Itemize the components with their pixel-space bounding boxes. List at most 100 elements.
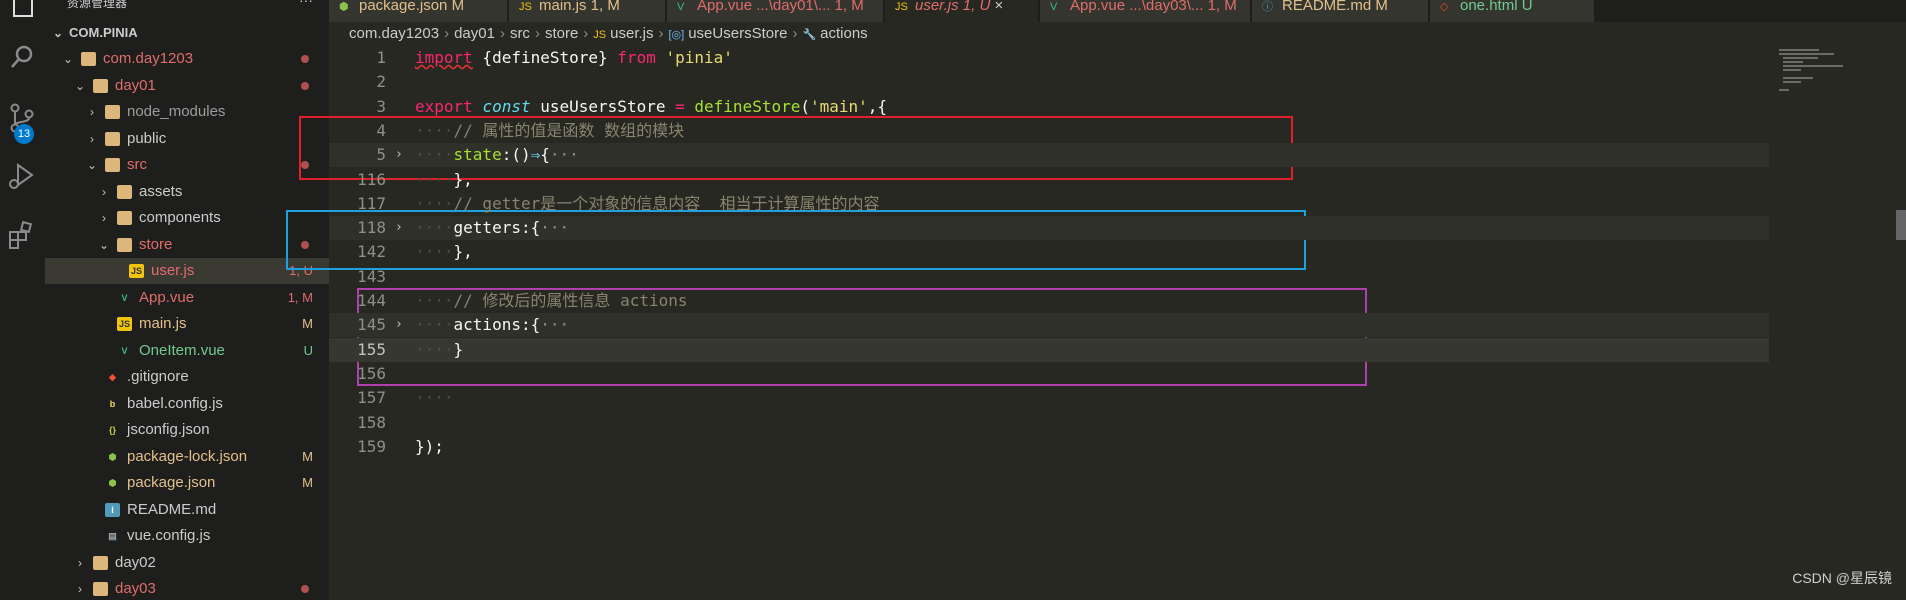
tree-item[interactable]: JS main.js M xyxy=(45,311,329,337)
tree-item[interactable]: b babel.config.js xyxy=(45,391,329,417)
tree-item[interactable]: › assets xyxy=(45,179,329,205)
breadcrumb-item[interactable]: src xyxy=(510,25,530,42)
tree-item-label: day03 xyxy=(115,580,156,597)
code-line[interactable]: 144 ····// 修改后的属性信息 actions xyxy=(329,289,1769,313)
tab-label: README.md M xyxy=(1282,0,1388,14)
code-line[interactable]: 145 › ····actions:{··· xyxy=(329,313,1769,338)
chevron-right-icon: › xyxy=(444,25,450,42)
breadcrumb-item[interactable]: user.js xyxy=(610,25,653,42)
line-number: 116 xyxy=(357,169,386,189)
chevron-right-icon: › xyxy=(78,582,82,596)
line-number: 1 xyxy=(376,48,386,67)
code-line[interactable]: 3 export const useUsersStore = defineStor… xyxy=(329,95,1769,119)
line-number: 5 xyxy=(376,145,386,165)
tree-item[interactable]: ⌄ com.day1203 xyxy=(45,46,329,72)
tab-label: package.json M xyxy=(359,0,465,14)
chevron-down-icon: ⌄ xyxy=(98,237,110,252)
workspace-root[interactable]: ⌄ COM.PINIA xyxy=(45,20,329,46)
code-text: ····getters:{··· xyxy=(415,218,570,238)
fold-chevron-icon[interactable]: › xyxy=(395,143,403,167)
more-actions-icon[interactable]: ··· xyxy=(299,0,313,8)
code-line[interactable]: 142 ····}, xyxy=(329,240,1769,264)
code-line[interactable]: 1 import {defineStore} from 'pinia' xyxy=(329,46,1769,70)
code-line[interactable]: 157 ···· xyxy=(329,386,1769,410)
code-text: ···· xyxy=(415,388,454,408)
editor-tab[interactable]: V App.vue ...\day01\... 1, M xyxy=(667,0,883,22)
extensions-icon[interactable] xyxy=(4,218,40,254)
line-number: 118 xyxy=(357,218,386,238)
tree-item[interactable]: i README.md xyxy=(45,497,329,523)
tree-item-label: OneItem.vue xyxy=(139,341,225,359)
tab-label: App.vue ...\day01\... 1, M xyxy=(697,0,864,14)
scrollbar-thumb[interactable] xyxy=(1896,210,1906,240)
code-text: ····}, xyxy=(415,242,473,262)
breadcrumb-item[interactable]: useUsersStore xyxy=(688,25,787,42)
babel-file-icon: b xyxy=(109,398,116,409)
code-line[interactable]: 156 xyxy=(329,362,1769,386)
scm-badge: 13 xyxy=(14,124,34,144)
config-file-icon: ▤ xyxy=(108,531,117,541)
tree-item[interactable]: V OneItem.vue U xyxy=(45,338,329,364)
tree-item[interactable]: › node_modules xyxy=(45,99,329,125)
vue-file-icon: V xyxy=(121,345,128,356)
tree-item[interactable]: {} jsconfig.json xyxy=(45,417,329,443)
editor-tab[interactable]: ◇ one.html U xyxy=(1430,0,1594,22)
code-line[interactable]: 158 xyxy=(329,411,1769,435)
code-line[interactable]: 143 xyxy=(329,265,1769,289)
breadcrumb-item[interactable]: com.day1203 xyxy=(349,25,439,42)
chevron-down-icon: ⌄ xyxy=(62,52,74,66)
chevron-right-icon: › xyxy=(102,211,106,225)
chevron-down-icon: ⌄ xyxy=(86,158,98,172)
tree-item[interactable]: V App.vue 1, M xyxy=(45,285,329,311)
editor-tab[interactable]: ⬢ package.json M xyxy=(329,0,507,22)
editor-tab[interactable]: V App.vue ...\day03\... 1, M xyxy=(1040,0,1250,22)
search-icon[interactable] xyxy=(4,40,40,76)
tree-item[interactable]: ⌄ day01 xyxy=(45,73,329,99)
explorer-icon[interactable] xyxy=(4,0,40,22)
code-line[interactable]: 159}); xyxy=(329,435,1769,459)
code-text: ····// 属性的值是函数 数组的模块 xyxy=(415,120,685,140)
folder-icon xyxy=(117,184,132,199)
code-line[interactable]: 116 ····}, xyxy=(329,168,1769,192)
tree-item[interactable]: › day03 xyxy=(45,576,329,600)
breadcrumb-item[interactable]: actions xyxy=(820,25,868,42)
line-number: 3 xyxy=(376,96,386,116)
code-line[interactable]: 118 › ····getters:{··· xyxy=(329,216,1769,241)
fold-chevron-icon[interactable]: › xyxy=(395,216,403,240)
code-line[interactable]: 155 ····} xyxy=(329,337,1769,362)
code-line[interactable]: 5 › ····state:()⇒{··· xyxy=(329,143,1769,168)
tree-item[interactable]: ◆ .gitignore xyxy=(45,364,329,390)
minimap[interactable] xyxy=(1771,46,1906,106)
close-icon[interactable]: × xyxy=(990,0,1003,14)
vue-file-icon: V xyxy=(1050,1,1058,13)
tree-item[interactable]: ▤ vue.config.js xyxy=(45,523,329,549)
run-debug-icon[interactable] xyxy=(4,158,40,194)
chevron-right-icon: › xyxy=(534,25,540,42)
code-text: ····state:()⇒{··· xyxy=(415,145,579,165)
tree-item[interactable]: ⌄ src xyxy=(45,152,329,178)
code-line[interactable]: 2 xyxy=(329,70,1769,94)
tab-label: main.js 1, M xyxy=(539,0,620,14)
line-number: 158 xyxy=(357,412,386,432)
chevron-right-icon: › xyxy=(499,25,505,42)
code-text: ····// getter是一个对象的信息内容 相当于计算属性的内容 xyxy=(415,193,880,213)
tree-item[interactable]: › public xyxy=(45,126,329,152)
line-number: 143 xyxy=(357,266,386,286)
npm-file-icon: ⬢ xyxy=(108,451,117,462)
tree-item[interactable]: › day02 xyxy=(45,550,329,576)
editor-tab[interactable]: JS user.js 1, U × xyxy=(885,0,1038,22)
code-line[interactable]: 117 ····// getter是一个对象的信息内容 相当于计算属性的内容 xyxy=(329,192,1769,216)
editor-tab[interactable]: JS main.js 1, M xyxy=(509,0,665,22)
code-editor[interactable]: 1 import {defineStore} from 'pinia' 2 3 expo… xyxy=(286,46,1906,600)
line-number: 2 xyxy=(376,72,386,92)
tree-item[interactable]: ⬢ package-lock.json M xyxy=(45,444,329,470)
code-line[interactable]: 4 ····// 属性的值是函数 数组的模块 xyxy=(329,119,1769,143)
tree-item[interactable]: ⬢ package.json M xyxy=(45,470,329,496)
breadcrumb-item[interactable]: day01 xyxy=(454,25,495,42)
editor-tab[interactable]: ⓘ README.md M xyxy=(1252,0,1428,22)
folder-open-icon xyxy=(93,78,108,93)
fold-chevron-icon[interactable]: › xyxy=(395,313,403,337)
git-status-badge: 1, M xyxy=(287,289,313,305)
breadcrumb-item[interactable]: store xyxy=(545,25,578,42)
git-status-badge: M xyxy=(302,475,313,490)
